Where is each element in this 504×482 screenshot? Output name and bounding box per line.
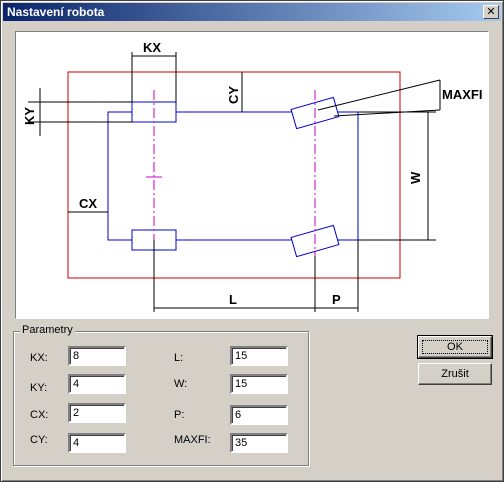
robot-body <box>107 111 359 241</box>
maxfi-field-label: MAXFI: <box>174 434 211 446</box>
maxfi-line-2 <box>333 109 441 117</box>
kx-input[interactable] <box>68 346 126 366</box>
l-input[interactable] <box>230 346 288 366</box>
maxfi-input[interactable] <box>230 433 288 453</box>
dialog-window: Nastavení robota ✕ KX KY CY CX MAXFI W L… <box>0 0 504 482</box>
parameters-legend: Parametry <box>20 324 75 336</box>
p-input[interactable] <box>230 405 288 425</box>
l-field-label: L: <box>174 352 184 364</box>
cy-field-label: CY: <box>30 434 48 446</box>
l-label: L <box>229 292 237 307</box>
ky-field-label: KY: <box>30 382 48 394</box>
cancel-button[interactable]: Zrušit <box>418 363 492 385</box>
cancel-button-label: Zrušit <box>441 368 469 380</box>
maxfi-line-1 <box>317 79 441 111</box>
w-field-label: W: <box>174 378 188 390</box>
ky-label: KY <box>22 107 37 125</box>
title-bar[interactable]: Nastavení robota ✕ <box>3 3 501 21</box>
cy-label: CY <box>226 86 241 104</box>
p-label: P <box>332 292 341 307</box>
kx-label: KX <box>143 40 161 55</box>
p-field-label: P: <box>174 409 185 421</box>
window-title: Nastavení robota <box>7 5 105 19</box>
cx-label: CX <box>79 196 97 211</box>
focus-rect <box>422 340 488 354</box>
robot-diagram: KX KY CY CX MAXFI W L P <box>22 40 482 312</box>
cx-field-label: CX: <box>30 409 49 421</box>
parameters-group: Parametry KX: KY: CX: CY: L: W: P: MAXFI… <box>13 324 309 466</box>
ok-button[interactable]: OK <box>417 335 493 359</box>
w-label: W <box>408 171 423 184</box>
close-icon[interactable]: ✕ <box>483 5 499 19</box>
w-input[interactable] <box>230 374 288 394</box>
cx-input[interactable] <box>68 403 126 423</box>
kx-field-label: KX: <box>30 352 48 364</box>
ky-input[interactable] <box>68 374 126 394</box>
maxfi-label: MAXFI <box>442 87 482 102</box>
robot-diagram-panel: KX KY CY CX MAXFI W L P <box>15 31 489 319</box>
cy-input[interactable] <box>68 433 126 453</box>
